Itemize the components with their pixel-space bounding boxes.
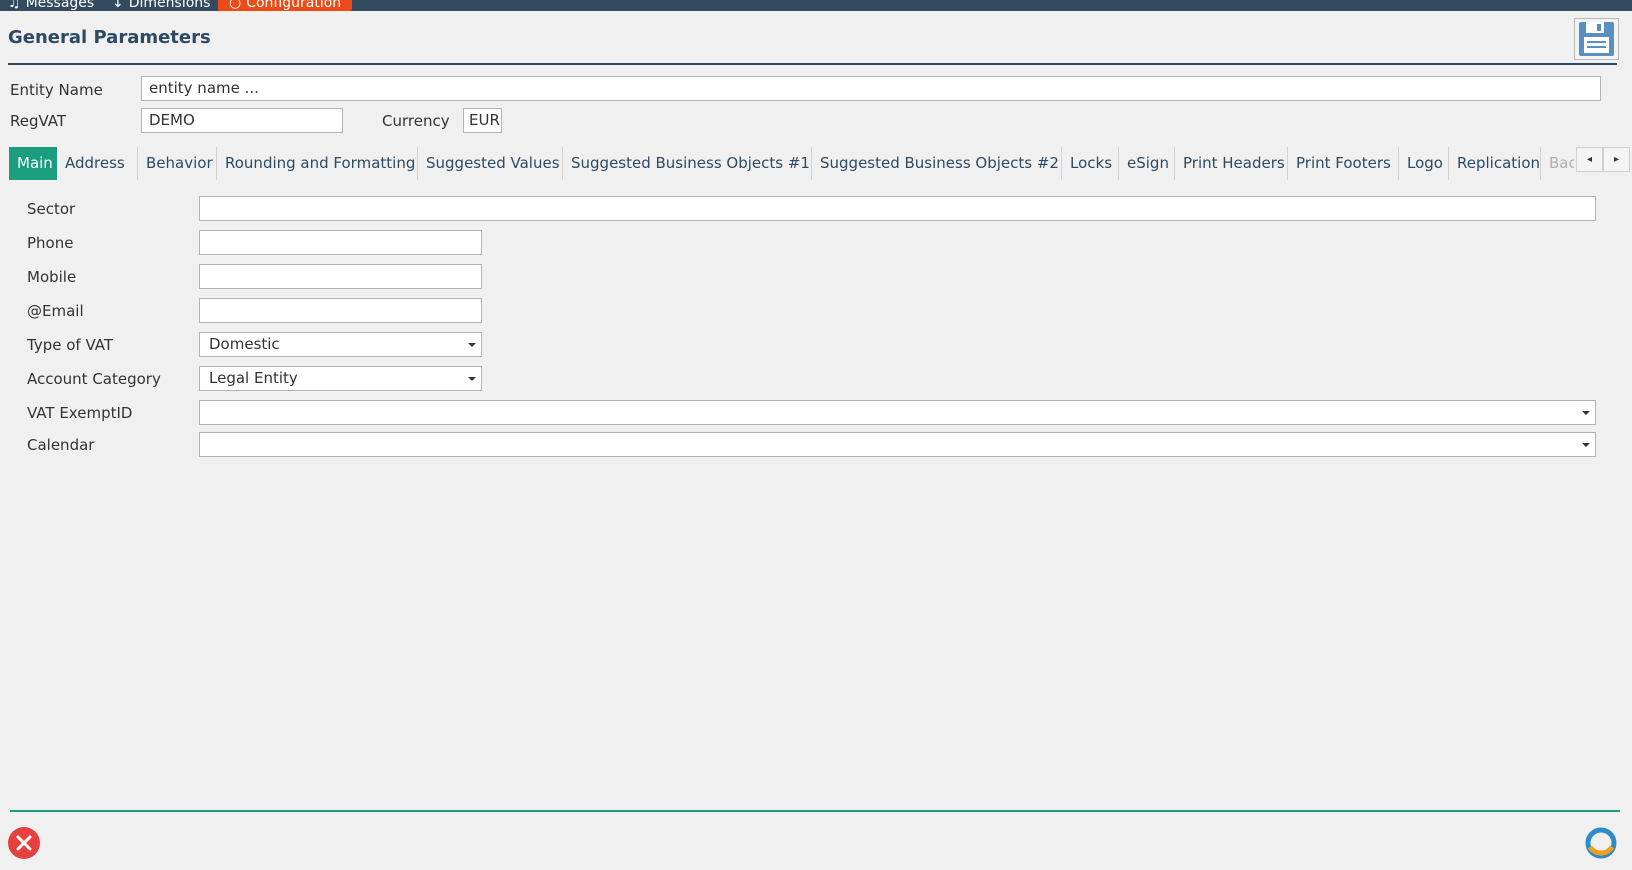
close-icon — [16, 835, 32, 851]
dropdown-caret-icon — [468, 377, 476, 381]
tab-back[interactable]: Back — [1541, 147, 1574, 180]
email-input[interactable] — [199, 298, 482, 323]
top-tab-messages[interactable]: ♫ Messages — [8, 0, 94, 11]
dimensions-icon: ↕ — [112, 0, 124, 11]
entity-name-label: Entity Name — [10, 81, 103, 99]
chevron-left-icon: ◂ — [1586, 154, 1593, 165]
sector-label: Sector — [27, 200, 76, 218]
close-button[interactable] — [8, 827, 40, 859]
vat-exemptid-label: VAT ExemptID — [27, 404, 133, 422]
calendar-select[interactable] — [199, 432, 1596, 457]
chevron-right-icon: ▸ — [1613, 154, 1620, 165]
account-category-value: Legal Entity — [209, 369, 298, 387]
top-tab-label: Dimensions — [128, 0, 211, 11]
page-title: General Parameters — [8, 27, 211, 48]
tab-logo[interactable]: Logo — [1399, 147, 1449, 180]
currency-label: Currency — [382, 112, 450, 130]
dropdown-caret-icon — [468, 343, 476, 347]
floppy-disk-icon — [1579, 22, 1614, 56]
top-tab-dimensions[interactable]: ↕ Dimensions — [112, 0, 210, 11]
mobile-label: Mobile — [27, 268, 77, 286]
type-of-vat-select[interactable]: Domestic — [199, 332, 482, 357]
account-category-label: Account Category — [27, 370, 161, 388]
phone-label: Phone — [27, 234, 74, 252]
mobile-input[interactable] — [199, 264, 482, 289]
top-tab-configuration[interactable]: ○ Configuration — [218, 0, 353, 11]
dropdown-caret-icon — [1582, 411, 1590, 415]
tab-scroll-right-button[interactable]: ▸ — [1603, 147, 1630, 172]
tab-behavior[interactable]: Behavior — [138, 147, 217, 180]
account-category-select[interactable]: Legal Entity — [199, 366, 482, 391]
type-of-vat-label: Type of VAT — [27, 336, 114, 354]
save-button[interactable] — [1574, 18, 1619, 60]
refresh-logo-icon[interactable] — [1584, 826, 1618, 860]
dropdown-caret-icon — [1582, 443, 1590, 447]
music-note-icon: ♫ — [8, 0, 21, 11]
tab-esign[interactable]: eSign — [1119, 147, 1175, 180]
tab-print-headers[interactable]: Print Headers — [1175, 147, 1288, 180]
tab-scroll-left-button[interactable]: ◂ — [1576, 147, 1603, 172]
tab-locks[interactable]: Locks — [1062, 147, 1119, 180]
currency-input[interactable]: EUR — [463, 108, 502, 133]
tab-main[interactable]: Main — [9, 147, 57, 180]
regvat-label: RegVAT — [10, 112, 67, 130]
tab-address[interactable]: Address — [57, 147, 138, 180]
top-tab-label: Configuration — [246, 0, 342, 11]
vat-exemptid-select[interactable] — [199, 400, 1596, 425]
entity-name-input[interactable]: entity name ... — [141, 76, 1601, 101]
top-tab-bar: ♫ Messages ↕ Dimensions ○ Configuration — [0, 0, 1632, 11]
tab-suggested-business-objects-1[interactable]: Suggested Business Objects #1 — [563, 147, 812, 180]
tab-replication[interactable]: Replication — [1449, 147, 1541, 180]
tab-print-footers[interactable]: Print Footers — [1288, 147, 1399, 180]
configuration-icon: ○ — [229, 0, 242, 11]
type-of-vat-value: Domestic — [209, 335, 280, 353]
top-tab-label: Messages — [25, 0, 95, 11]
tab-suggested-business-objects-2[interactable]: Suggested Business Objects #2 — [812, 147, 1062, 180]
sector-input[interactable] — [199, 196, 1596, 221]
title-divider — [8, 63, 1617, 65]
email-label: @Email — [27, 302, 84, 320]
tab-suggested-values[interactable]: Suggested Values — [418, 147, 563, 180]
phone-input[interactable] — [199, 230, 482, 255]
calendar-label: Calendar — [27, 436, 95, 454]
regvat-input[interactable]: DEMO — [141, 108, 343, 133]
footer-divider — [10, 810, 1620, 812]
tab-rounding-and-formatting[interactable]: Rounding and Formatting — [217, 147, 418, 180]
settings-tab-strip: Main Address Behavior Rounding and Forma… — [9, 147, 1574, 180]
